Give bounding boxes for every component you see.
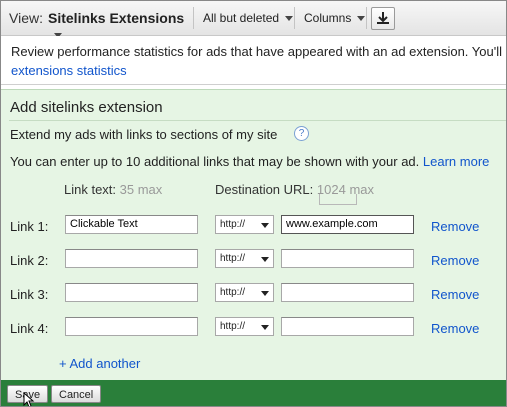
- remove-link[interactable]: Remove: [431, 321, 479, 336]
- divider: [366, 7, 367, 29]
- limit-text: You can enter up to 10 additional links …: [10, 154, 490, 169]
- remove-link[interactable]: Remove: [431, 219, 479, 234]
- divider: [193, 7, 194, 29]
- cancel-button[interactable]: Cancel: [51, 385, 102, 403]
- protocol-select[interactable]: http://: [215, 249, 274, 268]
- extensions-statistics-link[interactable]: extensions statistics: [11, 63, 127, 78]
- chevron-down-icon: [357, 16, 366, 22]
- help-icon[interactable]: ?: [294, 126, 309, 141]
- row-label: Link 4:: [10, 321, 49, 336]
- info-bar: Review performance statistics for ads th…: [1, 36, 506, 85]
- filter-dropdown[interactable]: All but deleted: [203, 11, 294, 25]
- link-text-input[interactable]: [65, 215, 198, 234]
- panel-title: Add sitelinks extension: [10, 99, 163, 116]
- destination-url-input[interactable]: [281, 283, 414, 302]
- divider: [294, 7, 295, 29]
- columns-dropdown[interactable]: Columns: [304, 11, 366, 25]
- view-label: View:: [9, 10, 43, 26]
- chevron-down-icon: [261, 223, 269, 228]
- link-text-header: Link text: 35 max: [64, 182, 163, 197]
- destination-url-input[interactable]: [281, 215, 414, 234]
- download-icon: [377, 12, 389, 24]
- ad-extensions-panel: View: Sitelinks Extensions All but delet…: [0, 0, 507, 407]
- remove-link[interactable]: Remove: [431, 253, 479, 268]
- learn-more-link[interactable]: Learn more: [423, 154, 489, 169]
- info-text: Review performance statistics for ads th…: [11, 44, 507, 59]
- view-selector[interactable]: View: Sitelinks Extensions: [1, 1, 191, 38]
- add-sitelinks-panel: Add sitelinks extension Extend my ads wi…: [1, 89, 506, 380]
- download-button[interactable]: [371, 7, 395, 30]
- destination-url-input[interactable]: [281, 249, 414, 268]
- link-text-max: 35 max: [119, 182, 163, 197]
- protocol-select[interactable]: http://: [215, 215, 274, 234]
- add-another-link[interactable]: + Add another: [59, 356, 140, 371]
- destination-url-input[interactable]: [281, 317, 414, 336]
- chevron-down-icon: [261, 291, 269, 296]
- chevron-down-icon: [285, 16, 294, 22]
- row-label: Link 3:: [10, 287, 49, 302]
- row-label: Link 2:: [10, 253, 49, 268]
- link-text-input[interactable]: [65, 317, 198, 336]
- toolbar: View: Sitelinks Extensions All but delet…: [1, 1, 506, 38]
- row-label: Link 1:: [10, 219, 49, 234]
- tooltip-box: [319, 194, 357, 205]
- divider: [9, 120, 506, 121]
- protocol-select[interactable]: http://: [215, 283, 274, 302]
- mouse-pointer-icon: [23, 392, 35, 406]
- link-text-input[interactable]: [65, 249, 198, 268]
- panel-subtitle: Extend my ads with links to sections of …: [10, 127, 278, 142]
- chevron-down-icon: [261, 325, 269, 330]
- action-footer: Save Cancel: [1, 380, 506, 406]
- remove-link[interactable]: Remove: [431, 287, 479, 302]
- protocol-select[interactable]: http://: [215, 317, 274, 336]
- chevron-down-icon: [261, 257, 269, 262]
- link-text-input[interactable]: [65, 283, 198, 302]
